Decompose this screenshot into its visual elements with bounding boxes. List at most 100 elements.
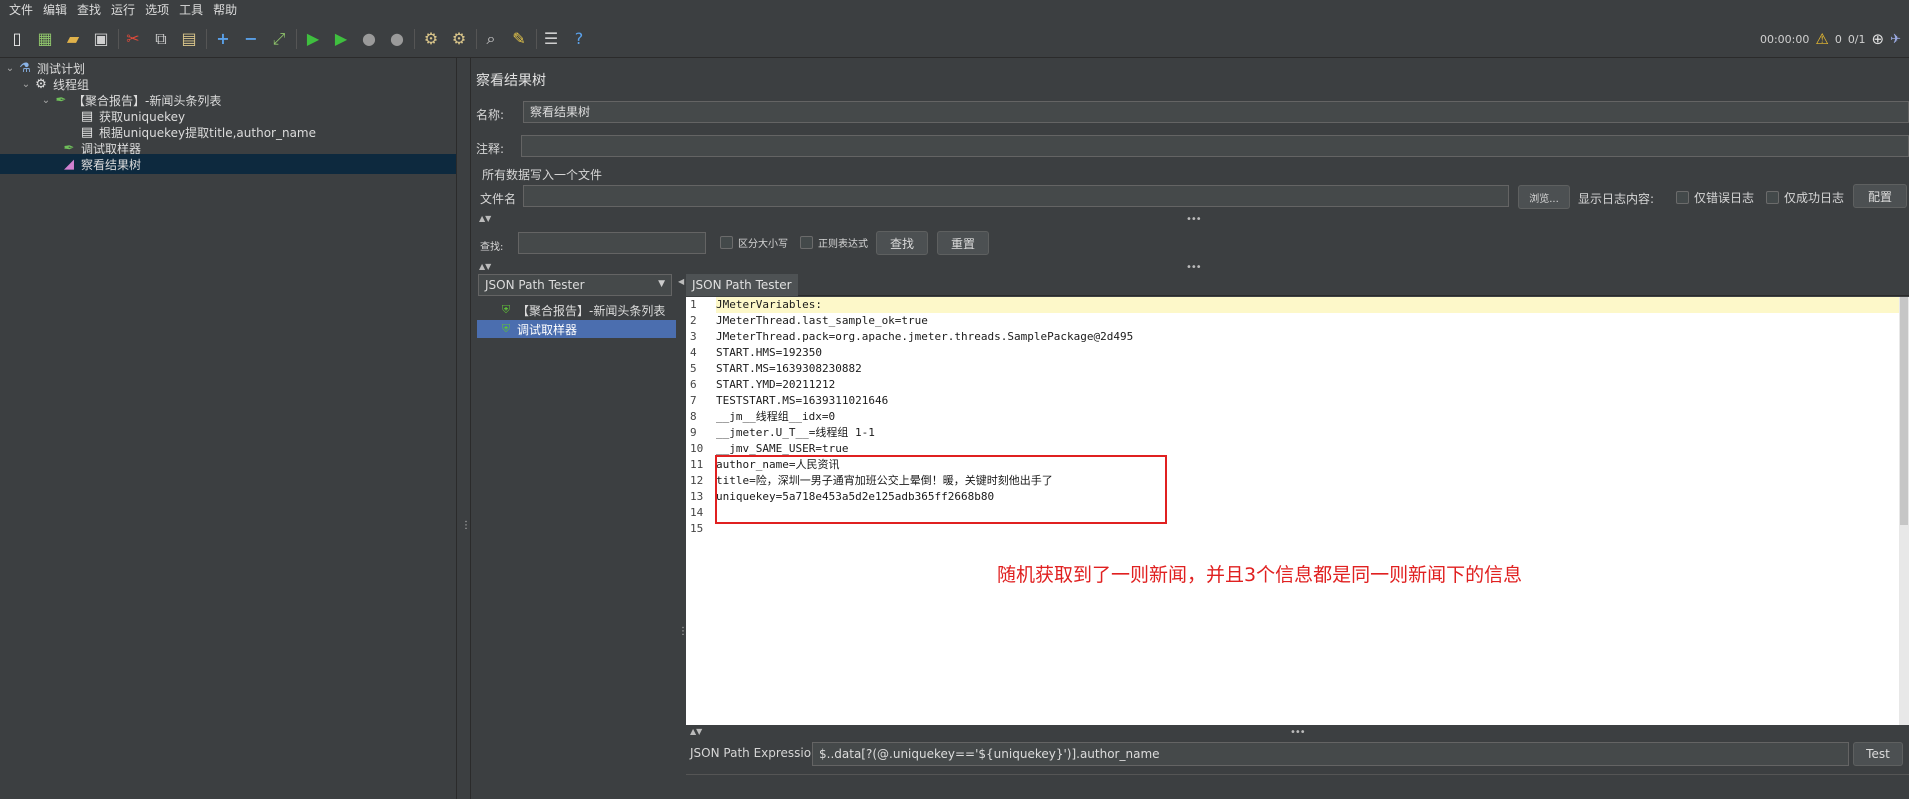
- collapse-arrows-icon[interactable]: ▲▼: [690, 727, 702, 736]
- menu-search[interactable]: 查找: [72, 0, 106, 20]
- expression-result[interactable]: [686, 774, 1909, 799]
- checkbox-label: 仅成功日志: [1784, 191, 1845, 205]
- reset-search-icon[interactable]: ✎: [508, 28, 530, 50]
- vertical-scrollbar[interactable]: [1899, 297, 1909, 725]
- code-line: START.HMS=192350: [716, 346, 822, 359]
- filename-label: 文件名: [480, 192, 517, 206]
- annotation-text: 随机获取到了一则新闻，并且3个信息都是同一则新闻下的信息: [997, 564, 1523, 586]
- remote-icon[interactable]: ⊕: [1872, 30, 1885, 48]
- thread-ratio: 0/1: [1847, 32, 1866, 46]
- highlight-box: [715, 455, 1167, 524]
- open-icon[interactable]: ▰: [62, 28, 84, 50]
- comment-field[interactable]: [521, 135, 1909, 157]
- chevron-down-icon[interactable]: ⌄: [40, 95, 52, 106]
- function-helper-icon[interactable]: ☰: [540, 28, 562, 50]
- menu-file[interactable]: 文件: [4, 0, 38, 20]
- menu-edit[interactable]: 编辑: [38, 0, 72, 20]
- success-shield-icon: ⛨: [501, 303, 511, 316]
- shutdown-icon[interactable]: ●: [386, 28, 408, 50]
- result-item-aggregate[interactable]: ⛨ 【聚合报告】-新闻头条列表: [477, 301, 676, 319]
- start-icon[interactable]: ▶: [302, 28, 324, 50]
- configure-button[interactable]: 配置: [1853, 184, 1907, 208]
- checkbox-label: 正则表达式: [818, 239, 868, 250]
- expand-icon[interactable]: +: [212, 28, 234, 50]
- name-label: 名称:: [476, 108, 505, 122]
- chevron-down-icon[interactable]: ▼: [658, 279, 665, 289]
- line-number: 1: [690, 298, 697, 311]
- scrollbar-thumb[interactable]: [1900, 297, 1908, 525]
- code-line: __jm__线程组__idx=0: [716, 410, 836, 423]
- start-no-pause-icon[interactable]: ▶: [330, 28, 352, 50]
- menu-help[interactable]: 帮助: [208, 0, 242, 20]
- expression-field[interactable]: $..data[?(@.uniquekey=='${uniquekey}')].…: [812, 742, 1849, 766]
- toolbar: ▯ ▦ ▰ ▣ ✂ ⧉ ▤ + − ⤢ ▶ ▶ ● ● ⚙ ⚙ ⌕ ✎ ☰ ? …: [0, 20, 1909, 58]
- checkbox-box[interactable]: [1766, 191, 1779, 204]
- line-number: 4: [690, 346, 697, 359]
- checkbox-box[interactable]: [720, 236, 733, 249]
- search-label: 查找:: [480, 242, 504, 253]
- menu-options[interactable]: 选项: [140, 0, 174, 20]
- case-sensitive-checkbox[interactable]: 区分大小写: [720, 235, 788, 250]
- code-line: JMeterThread.last_sample_ok=true: [716, 314, 928, 327]
- checkbox-box[interactable]: [800, 236, 813, 249]
- stop-icon[interactable]: ●: [358, 28, 380, 50]
- reset-button[interactable]: 重置: [937, 231, 989, 255]
- result-item-debug[interactable]: ⛨ 调试取样器: [477, 320, 676, 338]
- new-icon[interactable]: ▯: [6, 28, 28, 50]
- code-line: START.MS=1639308230882: [716, 362, 862, 375]
- filename-field[interactable]: [523, 185, 1509, 207]
- result-item-label: 调试取样器: [517, 322, 578, 337]
- renderer-select[interactable]: JSON Path Tester ▼: [478, 274, 672, 296]
- search-icon[interactable]: ⌕: [480, 28, 502, 50]
- panel-title: 察看结果树: [476, 73, 546, 89]
- search-field[interactable]: [518, 232, 706, 254]
- copy-icon[interactable]: ⧉: [150, 28, 172, 50]
- collapse-arrows-icon[interactable]: ▲▼: [479, 262, 491, 271]
- regex-checkbox[interactable]: 正则表达式: [800, 235, 868, 250]
- splitter-grip-icon[interactable]: ⋮: [461, 520, 471, 531]
- checkbox-label: 仅错误日志: [1694, 191, 1755, 205]
- line-number: 15: [690, 522, 704, 535]
- panel-splitter[interactable]: ⋮: [457, 58, 471, 799]
- run-status: 00:00:00 ⚠ 0 0/1 ⊕ ✈: [1760, 28, 1901, 50]
- chevron-down-icon[interactable]: ⌄: [4, 63, 16, 74]
- menu-tools[interactable]: 工具: [174, 0, 208, 20]
- splitter-dots-icon[interactable]: •••: [1186, 214, 1202, 225]
- chevron-down-icon[interactable]: ⌄: [20, 79, 32, 90]
- code-line: JMeterThread.pack=org.apache.jmeter.thre…: [716, 330, 1134, 343]
- save-icon[interactable]: ▣: [90, 28, 112, 50]
- splitter-dots-icon[interactable]: •••: [1186, 262, 1202, 273]
- help-icon[interactable]: ?: [568, 28, 590, 50]
- toggle-icon[interactable]: ⤢: [268, 28, 290, 50]
- paste-icon[interactable]: ▤: [178, 28, 200, 50]
- line-number: 8: [690, 410, 697, 423]
- line-number: 7: [690, 394, 697, 407]
- splitter-dots-icon[interactable]: •••: [1290, 727, 1306, 738]
- clear-icon[interactable]: ⚙: [420, 28, 442, 50]
- tree-item-view-results-tree[interactable]: ◢ 察看结果树: [0, 154, 456, 174]
- toolbar-separator: [296, 29, 297, 49]
- templates-icon[interactable]: ▦: [34, 28, 56, 50]
- clear-all-icon[interactable]: ⚙: [448, 28, 470, 50]
- errors-only-checkbox[interactable]: 仅错误日志: [1676, 189, 1754, 206]
- collapse-arrows-icon[interactable]: ◀: [678, 277, 684, 286]
- find-button[interactable]: 查找: [876, 231, 928, 255]
- tab-json-path-tester[interactable]: JSON Path Tester: [686, 274, 798, 296]
- line-number: 10: [690, 442, 704, 455]
- line-number: 9: [690, 426, 697, 439]
- menu-run[interactable]: 运行: [106, 0, 140, 20]
- log-display-label: 显示日志内容:: [1578, 192, 1655, 206]
- test-button[interactable]: Test: [1853, 742, 1903, 766]
- checkbox-box[interactable]: [1676, 191, 1689, 204]
- cut-icon[interactable]: ✂: [122, 28, 144, 50]
- warning-count: 0: [1834, 32, 1842, 46]
- name-field[interactable]: 察看结果树: [523, 101, 1909, 123]
- collapse-arrows-icon[interactable]: ▲▼: [479, 214, 491, 223]
- line-number-gutter: 1 2 3 4 5 6 7 8 9 10 11 12 13 14 15: [686, 297, 716, 725]
- browse-button[interactable]: 浏览...: [1518, 185, 1570, 209]
- collapse-icon[interactable]: −: [240, 28, 262, 50]
- warning-icon[interactable]: ⚠: [1815, 30, 1828, 48]
- tree-item-label: 察看结果树: [81, 157, 142, 172]
- success-only-checkbox[interactable]: 仅成功日志: [1766, 189, 1844, 206]
- code-line: __jmeter.U_T__=线程组 1-1: [716, 426, 875, 439]
